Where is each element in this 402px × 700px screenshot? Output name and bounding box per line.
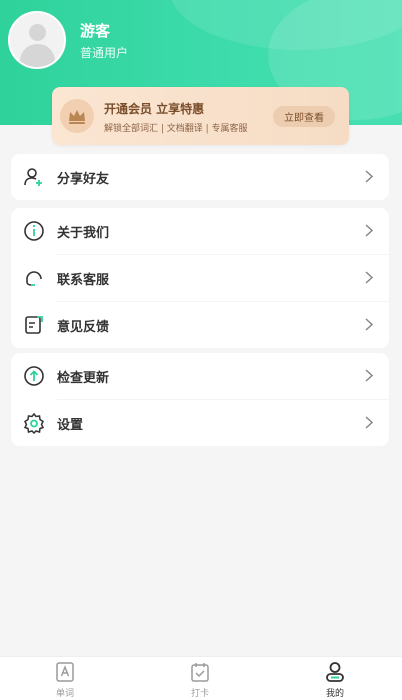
chevron-right-icon <box>365 416 373 429</box>
menu-label: 设置 <box>57 417 84 433</box>
menu-item-about[interactable]: 关于我们 <box>11 208 389 254</box>
feedback-icon <box>25 316 43 334</box>
menu-item-share[interactable]: 分享好友 <box>11 154 389 200</box>
gear-icon <box>23 412 45 434</box>
info-card: 关于我们 联系客服 意见反馈 <box>11 208 389 348</box>
info-icon <box>24 221 44 241</box>
tab-mine[interactable]: 我的 <box>295 657 375 700</box>
tab-words[interactable]: 单词 <box>25 657 105 700</box>
menu-label: 联系客服 <box>57 272 110 288</box>
chevron-right-icon <box>365 271 373 284</box>
menu-label: 分享好友 <box>57 171 110 187</box>
menu-item-service[interactable]: 联系客服 <box>11 255 389 301</box>
update-arrow-icon <box>24 366 44 386</box>
headset-icon <box>26 271 42 286</box>
user-name: 游客 <box>80 22 111 40</box>
vip-banner[interactable]: 开通会员 立享特惠 解锁全部词汇 | 文档翻译 | 专属客服 立即查看 <box>52 87 349 145</box>
tab-label: 打卡 <box>190 689 209 699</box>
menu-label: 意见反馈 <box>57 319 110 335</box>
word-book-icon <box>56 662 74 682</box>
user-profile-icon <box>326 662 344 682</box>
chevron-right-icon <box>365 170 373 183</box>
menu-label: 关于我们 <box>57 225 110 241</box>
avatar[interactable] <box>8 11 66 69</box>
calendar-check-icon <box>191 663 209 682</box>
tab-label: 我的 <box>325 689 344 699</box>
share-user-icon <box>24 168 42 186</box>
menu-item-update[interactable]: 检查更新 <box>11 353 389 399</box>
chevron-right-icon <box>365 318 373 331</box>
vip-subtitle: 解锁全部词汇 | 文档翻译 | 专属客服 <box>104 124 248 134</box>
bottom-tab-bar: 单词 打卡 我的 <box>0 656 402 700</box>
vip-view-button[interactable]: 立即查看 <box>273 106 335 127</box>
tab-checkin[interactable]: 打卡 <box>160 657 240 700</box>
chevron-right-icon <box>365 369 373 382</box>
user-role: 普通用户 <box>80 46 129 60</box>
tab-label: 单词 <box>55 689 74 699</box>
chevron-right-icon <box>365 224 373 237</box>
share-card: 分享好友 <box>11 154 389 200</box>
menu-item-feedback[interactable]: 意见反馈 <box>11 302 389 348</box>
menu-label: 检查更新 <box>57 370 110 386</box>
avatar-head <box>29 24 46 41</box>
avatar-body <box>20 44 55 67</box>
menu-item-settings[interactable]: 设置 <box>11 400 389 446</box>
system-card: 检查更新 设置 <box>11 353 389 446</box>
vip-title: 开通会员 立享特惠 <box>104 102 205 116</box>
crown-icon <box>60 99 94 133</box>
